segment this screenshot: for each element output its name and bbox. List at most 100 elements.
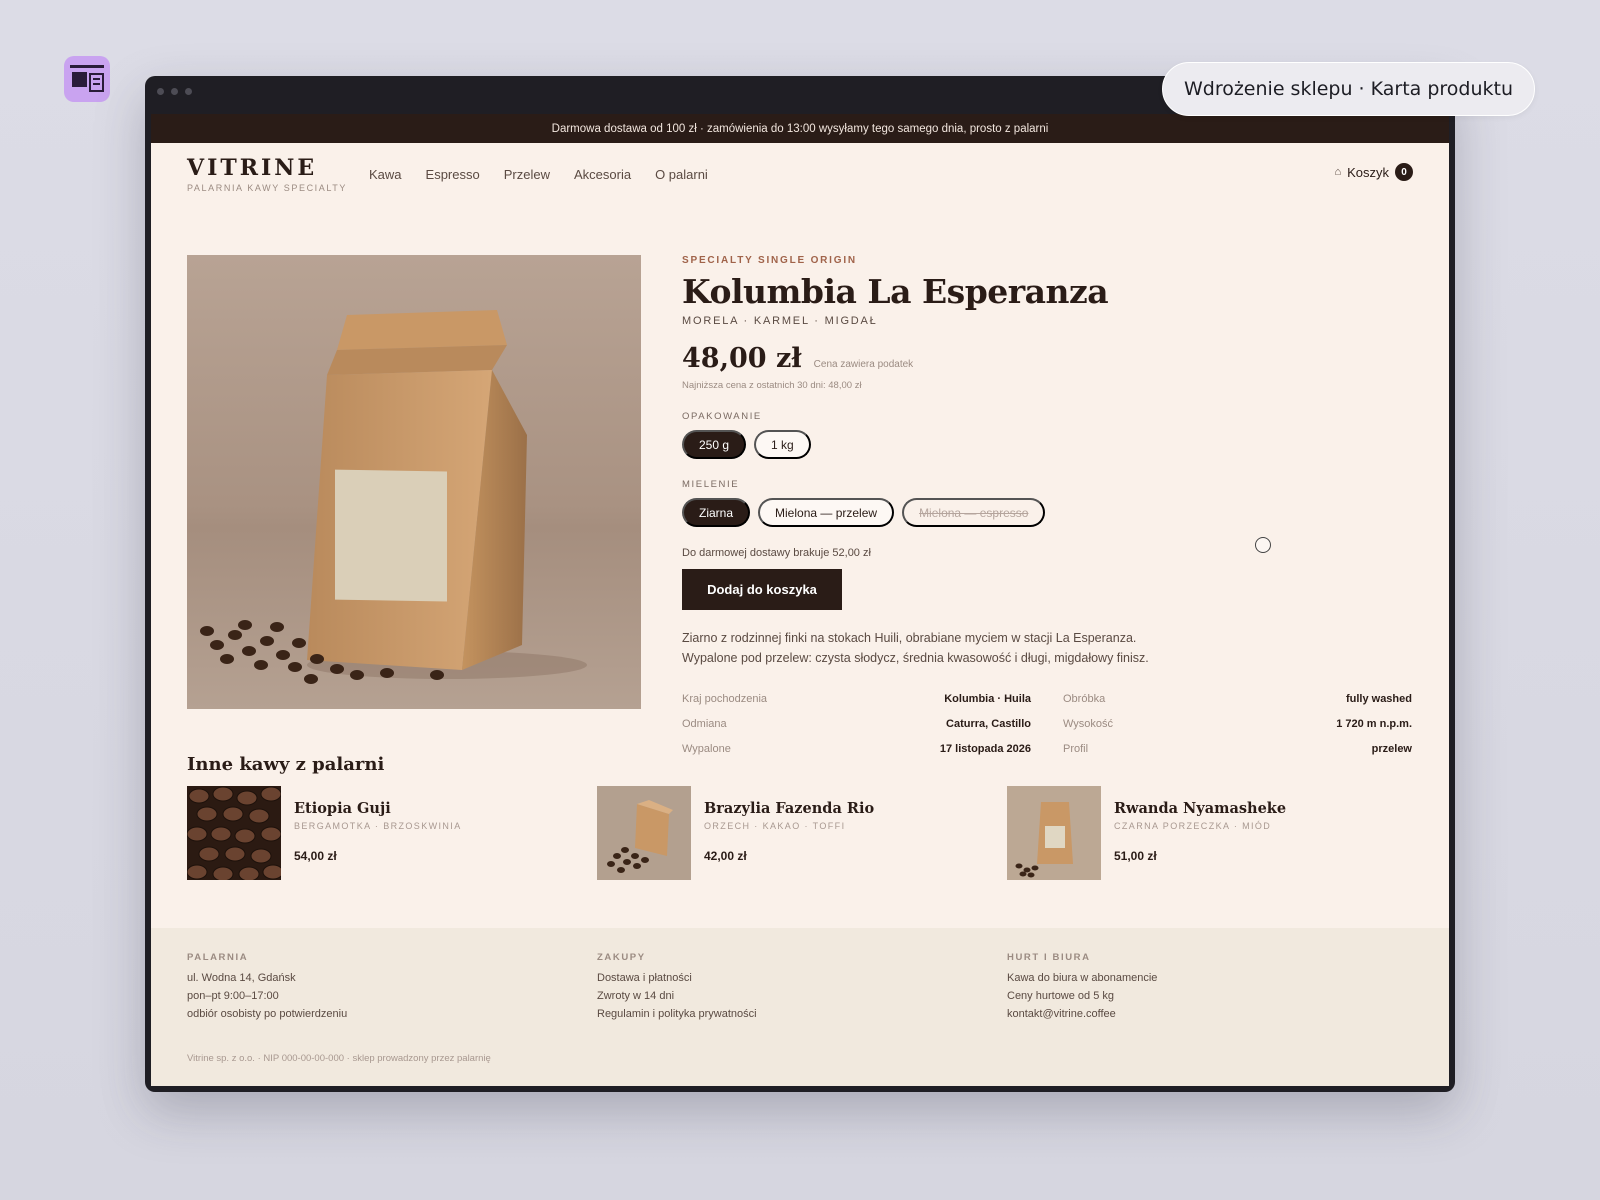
mouse-cursor bbox=[1255, 537, 1271, 553]
spec-row: Profil przelew bbox=[1063, 736, 1412, 761]
cart-button[interactable]: ⌂ Koszyk 0 bbox=[1334, 163, 1413, 181]
product-section: SPECIALTY SINGLE ORIGIN Kolumbia La Espe… bbox=[187, 255, 1417, 755]
spec-key: Wypalone bbox=[682, 742, 731, 755]
spec-row: Wypalone 17 listopada 2026 bbox=[682, 736, 1031, 761]
standing-bag-illustration bbox=[1007, 786, 1101, 880]
footer-link[interactable]: Ceny hurtowe od 5 kg bbox=[1007, 990, 1417, 1002]
logo[interactable]: VITRINE PALARNIA KAWY SPECIALTY bbox=[187, 155, 369, 193]
coffee-bag-illustration bbox=[200, 310, 587, 684]
packaging-label: OPAKOWANIE bbox=[682, 411, 762, 422]
maximize-dot[interactable] bbox=[185, 88, 192, 95]
free-shipping-note: Do darmowej dostawy brakuje 52,00 zł bbox=[682, 547, 871, 559]
footer-col-hurt: HURT I BIURA Kawa do biura w abonamencie… bbox=[1007, 952, 1417, 1020]
beans-illustration bbox=[187, 786, 281, 880]
related-card-body: Etiopia Guji BERGAMOTKA · BRZOSKWINIA 54… bbox=[294, 800, 462, 863]
cart-label: Koszyk bbox=[1347, 164, 1389, 180]
description-line-2: Wypalone pod przelew: czysta słodycz, śr… bbox=[682, 651, 1149, 665]
grind-options: Ziarna Mielona — przelew Mielona — espre… bbox=[682, 498, 1412, 527]
spec-row: Odmiana Caturra, Castillo bbox=[682, 711, 1031, 736]
product-image[interactable] bbox=[187, 255, 641, 709]
related-name: Etiopia Guji bbox=[294, 800, 391, 817]
cart-count-badge: 0 bbox=[1395, 163, 1413, 181]
price-row: 48,00 zł Cena zawiera podatek bbox=[682, 343, 1412, 374]
app-icon[interactable] bbox=[64, 56, 110, 102]
spec-key: Odmiana bbox=[682, 717, 727, 730]
tasting-notes: MORELA · KARMEL · MIGDAŁ bbox=[682, 315, 878, 327]
related-title: Inne kawy z palarni bbox=[187, 754, 385, 775]
nav-item-kawa[interactable]: Kawa bbox=[369, 167, 402, 182]
related-name: Brazylia Fazenda Rio bbox=[704, 800, 875, 817]
footer-heading: HURT I BIURA bbox=[1007, 952, 1091, 963]
footer-columns: PALARNIA ul. Wodna 14, Gdańsk pon–pt 9:0… bbox=[187, 952, 1417, 1020]
related-price: 42,00 zł bbox=[704, 849, 747, 863]
add-to-cart-button[interactable]: Dodaj do koszyka bbox=[682, 569, 842, 610]
spec-value: 1 720 m n.p.m. bbox=[1336, 717, 1412, 730]
close-dot[interactable] bbox=[157, 88, 164, 95]
related-name: Rwanda Nyamasheke bbox=[1114, 800, 1287, 817]
grind-option-ziarna[interactable]: Ziarna bbox=[682, 498, 751, 527]
related-thumb-beans bbox=[187, 786, 281, 880]
product-eyebrow: SPECIALTY SINGLE ORIGIN bbox=[682, 255, 857, 266]
product-price: 48,00 zł bbox=[682, 343, 802, 374]
related-notes: CZARNA PORZECZKA · MIÓD bbox=[1114, 821, 1272, 831]
footer-line: ul. Wodna 14, Gdańsk bbox=[187, 972, 296, 984]
spec-key: Kraj pochodzenia bbox=[682, 692, 768, 705]
related-price: 51,00 zł bbox=[1114, 849, 1157, 863]
spec-value: 17 listopada 2026 bbox=[939, 742, 1031, 755]
footer-col-zakupy: ZAKUPY Dostawa i płatności Zwroty w 14 d… bbox=[597, 952, 1007, 1020]
window-controls bbox=[157, 88, 192, 95]
nav-item-o-palarni[interactable]: O palarni bbox=[655, 167, 708, 182]
footer-link[interactable]: Zwroty w 14 dni bbox=[597, 990, 1007, 1002]
spec-value: Kolumbia · Huila bbox=[944, 692, 1031, 705]
product-info: SPECIALTY SINGLE ORIGIN Kolumbia La Espe… bbox=[682, 255, 1412, 761]
related-products: Etiopia Guji BERGAMOTKA · BRZOSKWINIA 54… bbox=[187, 786, 1417, 880]
spec-key: Profil bbox=[1063, 742, 1089, 755]
related-price: 54,00 zł bbox=[294, 849, 337, 863]
footer-link[interactable]: Kawa do biura w abonamencie bbox=[1007, 972, 1417, 984]
footer-link[interactable]: Dostawa i płatności bbox=[597, 972, 1007, 984]
lowest-price-note: Najniższa cena z ostatnich 30 dni: 48,00… bbox=[682, 380, 862, 391]
grind-option-przelew[interactable]: Mielona — przelew bbox=[758, 498, 895, 527]
packaging-options: 250 g 1 kg bbox=[682, 430, 1412, 459]
legal-note: Vitrine sp. z o.o. · NIP 000-00-00-000 ·… bbox=[187, 1053, 491, 1064]
related-notes: BERGAMOTKA · BRZOSKWINIA bbox=[294, 821, 462, 831]
spec-key: Wysokość bbox=[1063, 717, 1114, 730]
footer-line: odbiór osobisty po potwierdzeniu bbox=[187, 1008, 348, 1020]
logo-title: VITRINE bbox=[187, 155, 318, 181]
logo-subtitle: PALARNIA KAWY SPECIALTY bbox=[187, 183, 348, 193]
related-card-brazylia[interactable]: Brazylia Fazenda Rio ORZECH · KAKAO · TO… bbox=[597, 786, 1007, 880]
related-card-rwanda[interactable]: Rwanda Nyamasheke CZARNA PORZECZKA · MIÓ… bbox=[1007, 786, 1417, 880]
spilled-bag-illustration bbox=[597, 786, 691, 880]
spec-key: Obróbka bbox=[1063, 692, 1106, 705]
footer-heading: PALARNIA bbox=[187, 952, 249, 963]
description-line-1: Ziarno z rodzinnej finki na stokach Huil… bbox=[682, 631, 1137, 645]
packaging-option-1kg[interactable]: 1 kg bbox=[754, 430, 811, 459]
minimize-dot[interactable] bbox=[171, 88, 178, 95]
nav-item-espresso[interactable]: Espresso bbox=[426, 167, 480, 182]
spec-value: fully washed bbox=[1345, 692, 1412, 705]
related-card-body: Brazylia Fazenda Rio ORZECH · KAKAO · TO… bbox=[704, 800, 874, 863]
nav-item-akcesoria[interactable]: Akcesoria bbox=[574, 167, 631, 182]
site-header: VITRINE PALARNIA KAWY SPECIALTY Kawa Esp… bbox=[151, 143, 1449, 205]
page-viewport: Darmowa dostawa od 100 zł · zamówienia d… bbox=[151, 114, 1449, 1086]
browser-window: Darmowa dostawa od 100 zł · zamówienia d… bbox=[145, 76, 1455, 1092]
product-description: Ziarno z rodzinnej finki na stokach Huil… bbox=[682, 628, 1202, 668]
spec-value: Caturra, Castillo bbox=[946, 717, 1031, 730]
footer-email-link[interactable]: kontakt@vitrine.coffee bbox=[1007, 1008, 1417, 1020]
layout-icon bbox=[70, 65, 104, 92]
related-thumb-bag bbox=[1007, 786, 1101, 880]
packaging-option-250g[interactable]: 250 g bbox=[682, 430, 747, 459]
related-thumb-spilled-bag bbox=[597, 786, 691, 880]
footer-line: pon–pt 9:00–17:00 bbox=[187, 990, 279, 1002]
spec-table: Kraj pochodzenia Kolumbia · Huila Obróbka… bbox=[682, 686, 1412, 761]
product-title: Kolumbia La Esperanza bbox=[682, 272, 1109, 311]
site-footer: PALARNIA ul. Wodna 14, Gdańsk pon–pt 9:0… bbox=[151, 928, 1449, 1086]
spec-row: Obróbka fully washed bbox=[1063, 686, 1412, 711]
related-card-etiopia[interactable]: Etiopia Guji BERGAMOTKA · BRZOSKWINIA 54… bbox=[187, 786, 597, 880]
spec-row: Kraj pochodzenia Kolumbia · Huila bbox=[682, 686, 1031, 711]
nav-item-przelew[interactable]: Przelew bbox=[504, 167, 550, 182]
tax-note: Cena zawiera podatek bbox=[813, 359, 914, 370]
grind-label: MIELENIE bbox=[682, 479, 740, 490]
footer-link[interactable]: Regulamin i polityka prywatności bbox=[597, 1008, 1007, 1020]
grind-option-espresso: Mielona — espresso bbox=[902, 498, 1046, 527]
